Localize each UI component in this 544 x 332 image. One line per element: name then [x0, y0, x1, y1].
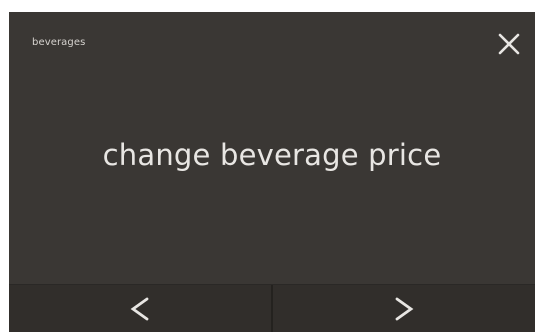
- chevron-left-icon: [130, 297, 149, 320]
- chevron-right-icon: [395, 297, 414, 320]
- previous-button[interactable]: [9, 285, 273, 332]
- page-title: beverages: [32, 37, 86, 48]
- navigation-bar: [9, 284, 535, 332]
- display-screen: beverages change beverage price: [9, 12, 535, 332]
- next-button[interactable]: [273, 285, 535, 332]
- close-button[interactable]: [495, 30, 523, 58]
- menu-option-label[interactable]: change beverage price: [9, 138, 535, 172]
- close-icon: [498, 33, 520, 55]
